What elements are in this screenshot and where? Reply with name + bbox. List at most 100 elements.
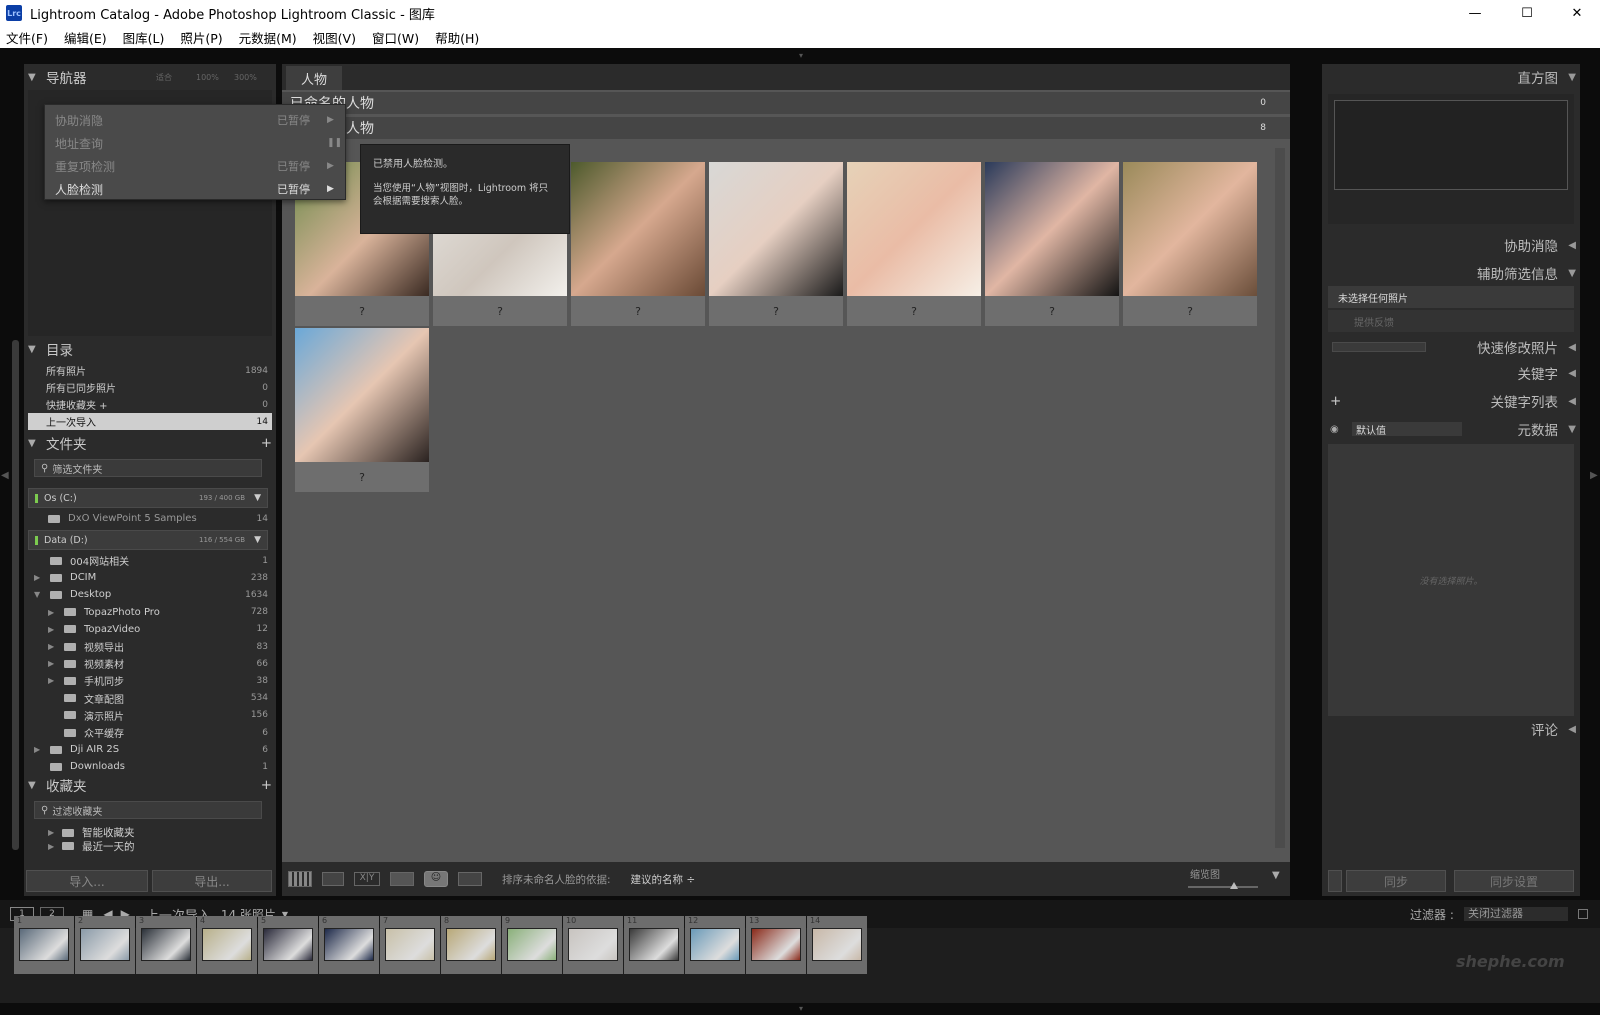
compare-view-icon[interactable]: X|Y [354,872,380,886]
filter-info-header[interactable]: 辅助筛选信息 ▼ [1322,262,1580,284]
face-name-label[interactable]: ? [433,296,567,326]
maximize-button[interactable]: ☐ [1504,0,1550,26]
folder-item[interactable]: 文章配图 534 [28,690,272,707]
expand-triangle-icon[interactable]: ▶ [34,745,44,754]
toolbar-menu-chevron-icon[interactable]: ▼ [1272,870,1280,881]
keyword-list-header[interactable]: + 关键字列表 ◀ [1322,390,1580,412]
folder-item[interactable]: ▶ 视频素材 66 [28,655,272,672]
catalog-item[interactable]: 所有照片 1894 [28,362,272,379]
filmstrip-thumb[interactable]: 8 [441,916,501,974]
menu-file[interactable]: 文件(F) [6,28,48,47]
sync-button[interactable]: 同步 [1346,870,1446,892]
expand-triangle-icon[interactable]: ▶ [48,842,58,851]
filmstrip-thumb[interactable]: 11 [624,916,684,974]
folder-item[interactable]: ▶ Dji AIR 2S 6 [28,741,272,758]
face-name-label[interactable]: ? [847,296,981,326]
bottom-panel-toggle-icon[interactable]: ▾ [794,1004,808,1013]
face-name-label[interactable]: ? [709,296,843,326]
expand-triangle-icon[interactable]: ▼ [34,590,44,599]
people-view-icon[interactable]: ☺ [424,871,448,887]
survey-view-icon[interactable] [390,872,414,886]
folder-item[interactable]: ▶ 视频导出 83 [28,638,272,655]
left-panel-scrollbar[interactable] [12,340,19,850]
expand-triangle-icon[interactable]: ▶ [48,659,58,668]
menu-edit[interactable]: 编辑(E) [64,28,107,47]
sort-dropdown[interactable]: 建议的名称 ÷ [631,872,696,887]
expand-triangle-icon[interactable]: ▶ [48,828,58,837]
menu-window[interactable]: 窗口(W) [372,28,419,47]
filmstrip-thumb[interactable]: 4 [197,916,257,974]
metadata-preset-dropdown[interactable]: 默认值 [1352,422,1462,437]
filmstrip-thumb[interactable]: 3 [136,916,196,974]
volume-c[interactable]: Os (C:) 193 / 400 GB ▼ [28,488,268,508]
face-thumbnail[interactable]: ? [571,162,705,326]
filmstrip-thumb[interactable]: 12 [685,916,745,974]
catalog-item[interactable]: 所有已同步照片 0 [28,379,272,396]
collection-item[interactable]: ▶ 智能收藏夹 [28,824,272,841]
thumbnail-size-slider[interactable] [1188,886,1258,888]
preset-dropdown[interactable] [1332,342,1426,352]
right-panel-toggle-icon[interactable]: ▶ [1590,470,1598,481]
close-button[interactable]: ✕ [1554,0,1600,26]
folders-header[interactable]: ▼ 文件夹 + [24,432,276,454]
comments-header[interactable]: 评论 ◀ [1322,718,1580,740]
expand-triangle-icon[interactable]: ▶ [48,625,58,634]
face-name-label[interactable]: ? [295,462,429,492]
context-menu-item[interactable]: 重复项检测 已暂停 ▶ [45,155,345,177]
menu-library[interactable]: 图库(L) [123,28,165,47]
menu-view[interactable]: 视图(V) [313,28,356,47]
filmstrip-thumb[interactable]: 9 [502,916,562,974]
folder-item[interactable]: ▶ TopazPhoto Pro 728 [28,604,272,621]
catalog-item-selected[interactable]: 上一次导入 14 [28,413,272,430]
named-people-header[interactable]: 已命名的人物0 [282,92,1290,114]
filter-dropdown[interactable]: 关闭过滤器 [1464,907,1568,921]
unnamed-people-header[interactable]: 未命名的人物8 [282,117,1290,139]
menu-help[interactable]: 帮助(H) [435,28,479,47]
grid-scrollbar[interactable] [1275,148,1285,848]
filmstrip-thumb[interactable]: 14 [807,916,867,974]
eye-icon[interactable]: ◉ [1330,424,1339,435]
collections-header[interactable]: ▼ 收藏夹 + [24,774,276,796]
folder-item[interactable]: 演示照片 156 [28,707,272,724]
face-name-label[interactable]: ? [571,296,705,326]
filmstrip-thumb[interactable]: 1 [14,916,74,974]
expand-triangle-icon[interactable]: ▶ [48,608,58,617]
filmstrip-thumb[interactable]: 7 [380,916,440,974]
folder-item[interactable]: ▶ TopazVideo 12 [28,621,272,638]
folder-item[interactable]: ▶ 手机同步 38 [28,672,272,689]
folder-search-input[interactable]: ⚲ 筛选文件夹 [34,459,262,477]
left-panel-toggle-icon[interactable]: ◀ [1,470,9,481]
import-button[interactable]: 导入... [26,870,148,892]
context-menu-item[interactable]: 地址查询 ❚❚ [45,132,345,154]
filmstrip-thumb[interactable]: 10 [563,916,623,974]
expand-triangle-icon[interactable]: ▶ [34,573,44,582]
add-folder-icon[interactable]: + [261,435,272,451]
add-collection-icon[interactable]: + [261,777,272,793]
slider-thumb[interactable] [1230,882,1238,889]
folder-item[interactable]: Downloads 1 [28,758,272,775]
zoom-300[interactable]: 300% [234,73,257,82]
top-panel-toggle-icon[interactable]: ▾ [794,51,808,60]
zoom-fit[interactable]: 适合 [156,72,172,83]
volume-expand-icon[interactable]: ▼ [254,535,261,545]
filmstrip-thumb[interactable]: 6 [319,916,379,974]
expand-triangle-icon[interactable]: ▶ [48,642,58,651]
export-button[interactable]: 导出... [152,870,272,892]
menu-photo[interactable]: 照片(P) [180,28,222,47]
catalog-header[interactable]: ▼ 目录 [24,338,276,360]
folder-item[interactable]: 众平缓存 6 [28,724,272,741]
face-thumbnail[interactable]: ? [709,162,843,326]
feedback-button[interactable]: 提供反馈 [1328,310,1574,332]
folder-item[interactable]: 004网站相关 1 [28,552,272,569]
grid-view-icon[interactable] [288,871,312,887]
sync-toggle[interactable] [1328,870,1342,892]
volume-expand-icon[interactable]: ▼ [254,493,261,503]
face-thumbnail[interactable]: ? [295,328,429,492]
filmstrip-thumb[interactable]: 5 [258,916,318,974]
expand-triangle-icon[interactable]: ▶ [48,676,58,685]
face-thumbnail[interactable]: ? [985,162,1119,326]
face-name-label[interactable]: ? [985,296,1119,326]
collection-item[interactable]: ▶ 最近一天的 [28,840,272,853]
minimize-button[interactable]: — [1452,0,1498,26]
catalog-item[interactable]: 快捷收藏夹 + 0 [28,396,272,413]
